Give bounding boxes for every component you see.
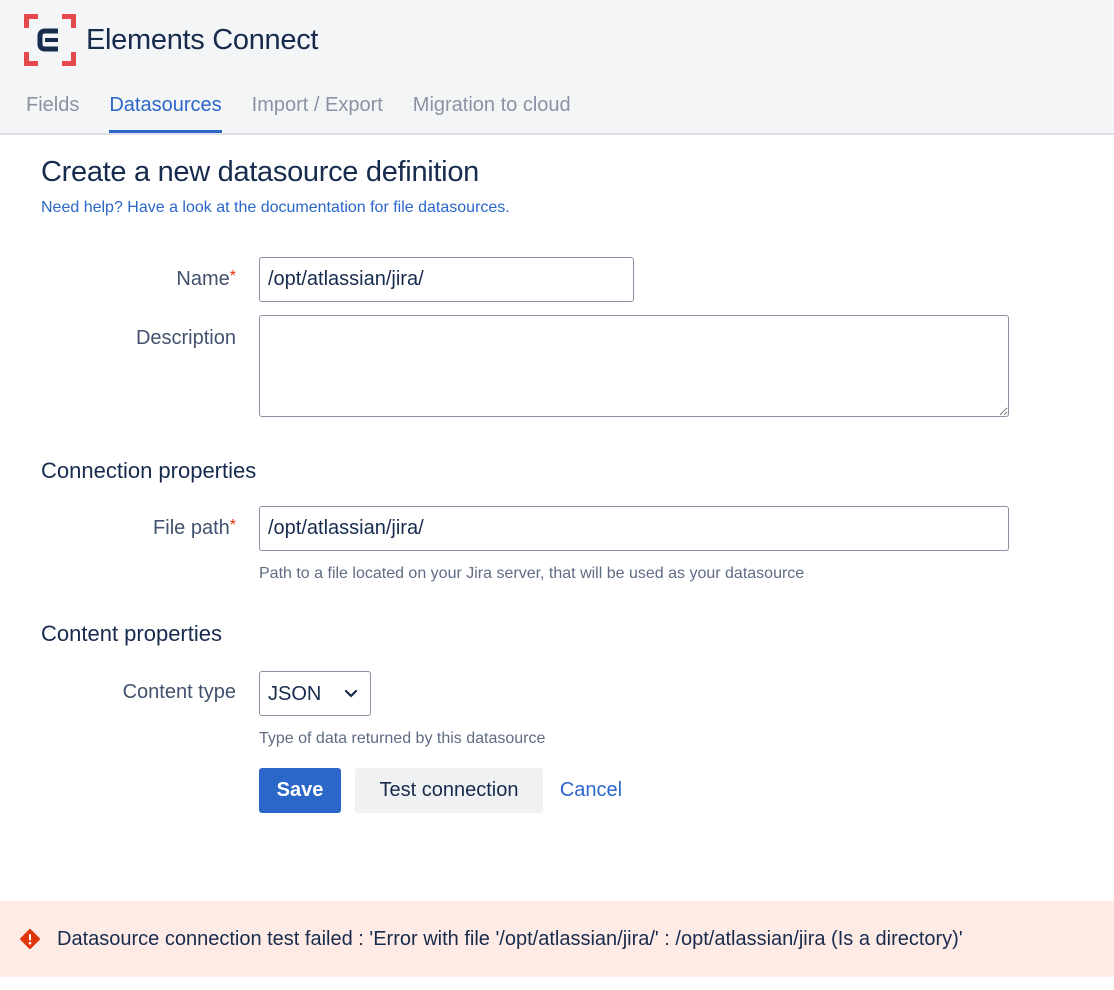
cancel-button[interactable]: Cancel bbox=[550, 768, 632, 813]
required-mark: * bbox=[229, 268, 236, 285]
error-message: Datasource connection test failed : 'Err… bbox=[57, 928, 963, 950]
page-title: Create a new datasource definition bbox=[41, 156, 479, 188]
error-icon bbox=[20, 929, 40, 949]
connection-properties-heading: Connection properties bbox=[41, 458, 257, 483]
file-path-input[interactable] bbox=[259, 506, 1009, 551]
content-type-label: Content type bbox=[122, 681, 236, 703]
app-header: Elements Connect Fields Datasources Impo… bbox=[0, 0, 1114, 135]
description-textarea[interactable] bbox=[259, 315, 1009, 417]
tab-bar: Fields Datasources Import / Export Migra… bbox=[26, 94, 601, 133]
file-path-label: File path* bbox=[36, 517, 236, 540]
chevron-down-icon bbox=[344, 689, 358, 698]
content-type-helper: Type of data returned by this datasource bbox=[259, 730, 546, 747]
test-connection-button[interactable]: Test connection bbox=[355, 768, 543, 813]
tab-datasources[interactable]: Datasources bbox=[109, 94, 222, 133]
name-input[interactable] bbox=[259, 257, 634, 302]
file-path-label-text: File path bbox=[153, 517, 230, 539]
required-mark: * bbox=[229, 517, 236, 534]
name-label: Name* bbox=[36, 268, 236, 291]
name-label-text: Name bbox=[176, 268, 230, 290]
content-properties-heading: Content properties bbox=[41, 621, 222, 646]
tab-fields[interactable]: Fields bbox=[26, 94, 79, 133]
content-type-select[interactable]: JSON bbox=[259, 671, 371, 716]
content-type-value: JSON bbox=[268, 683, 322, 705]
elements-connect-logo-icon bbox=[24, 14, 76, 66]
app-title: Elements Connect bbox=[86, 24, 319, 56]
help-documentation-link[interactable]: Need help? Have a look at the documentat… bbox=[41, 199, 510, 217]
save-button[interactable]: Save bbox=[259, 768, 341, 813]
tab-import-export[interactable]: Import / Export bbox=[252, 94, 383, 133]
description-label: Description bbox=[135, 327, 236, 349]
file-path-helper: Path to a file located on your Jira serv… bbox=[259, 565, 805, 582]
tab-migration-to-cloud[interactable]: Migration to cloud bbox=[413, 94, 571, 133]
